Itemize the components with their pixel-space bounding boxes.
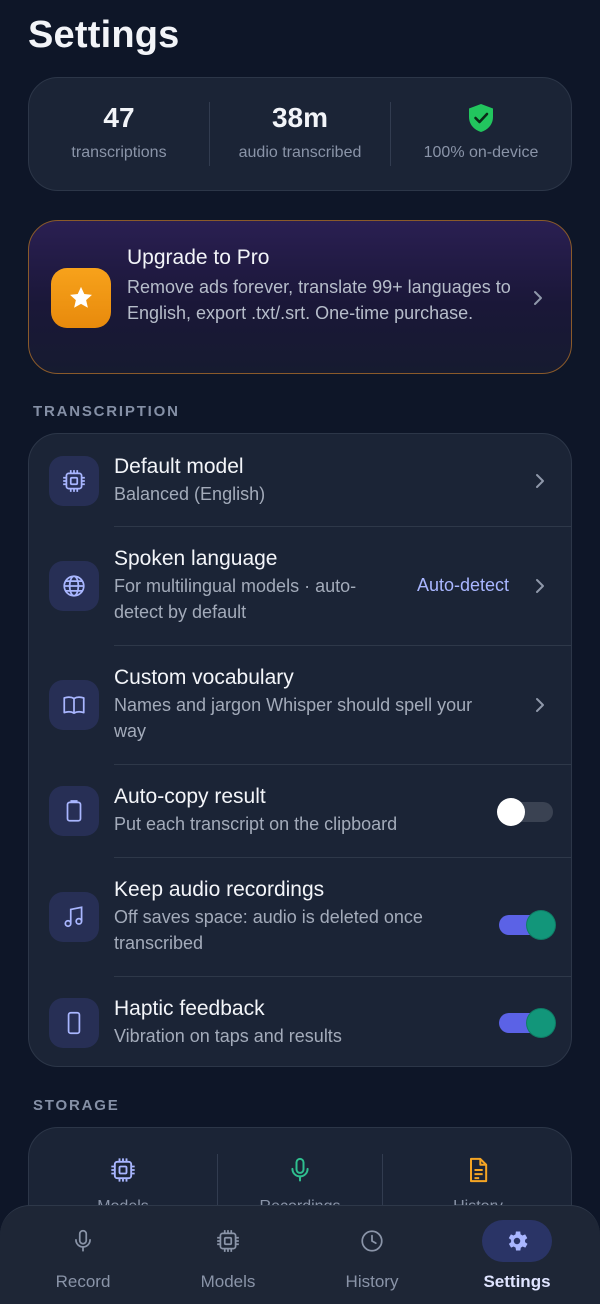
book-icon <box>49 680 99 730</box>
nav-label: History <box>345 1272 399 1291</box>
row-subtitle: Vibration on taps and results <box>114 1026 342 1046</box>
row-title: Haptic feedback <box>114 997 265 1020</box>
nav-icon-wrap <box>337 1220 407 1262</box>
toggle-knob <box>527 1009 555 1037</box>
setting-row-spoken-language[interactable]: Spoken language For multilingual models … <box>29 527 571 645</box>
clipboard-icon <box>49 786 99 836</box>
stat-label: transcriptions <box>71 144 167 161</box>
stat-icon-wrap <box>465 102 497 134</box>
stat-audio: 38m audio transcribed <box>210 102 390 166</box>
chevron-right-icon <box>536 698 544 712</box>
auto-copy-toggle[interactable] <box>497 798 553 826</box>
star-icon <box>51 268 111 328</box>
chevron-right-icon <box>536 579 544 593</box>
bottom-nav: Record Models History Settings <box>0 1205 600 1304</box>
section-label-transcription: TRANSCRIPTION <box>33 403 180 420</box>
chevron-right-icon <box>534 291 542 305</box>
setting-row-auto-copy: Auto-copy result Put each transcript on … <box>29 765 571 857</box>
toggle-knob <box>527 911 555 939</box>
nav-tab-record[interactable]: Record <box>23 1220 143 1298</box>
gear-icon <box>508 1231 528 1251</box>
shield-check-icon <box>469 104 493 132</box>
nav-icon-wrap <box>48 1220 118 1262</box>
nav-label: Models <box>200 1272 256 1291</box>
stat-label: 100% on-device <box>423 144 539 161</box>
row-subtitle: Balanced (English) <box>114 484 266 504</box>
document-icon <box>470 1157 488 1183</box>
haptic-toggle[interactable] <box>499 1009 555 1037</box>
row-subtitle: For multilingual models · auto-detect by… <box>114 576 357 622</box>
section-label-storage: STORAGE <box>33 1097 120 1114</box>
row-subtitle: Names and jargon Whisper should spell yo… <box>114 695 473 741</box>
row-title: Default model <box>114 455 244 478</box>
chevron-right-icon <box>536 474 544 488</box>
nav-label: Record <box>55 1272 111 1291</box>
nav-tab-models[interactable]: Models <box>168 1220 288 1298</box>
row-subtitle: Off saves space: audio is deleted once t… <box>114 907 423 953</box>
row-title: Spoken language <box>114 547 278 570</box>
nav-icon-wrap <box>193 1220 263 1262</box>
setting-row-default-model[interactable]: Default model Balanced (English) <box>29 434 571 526</box>
globe-icon <box>49 561 99 611</box>
stat-label: audio transcribed <box>238 144 362 161</box>
setting-row-keep-audio: Keep audio recordings Off saves space: a… <box>29 858 571 976</box>
row-subtitle: Put each transcript on the clipboard <box>114 814 398 834</box>
phone-icon <box>49 998 99 1048</box>
language-value: Auto-detect <box>416 575 509 595</box>
toggle-knob <box>497 798 525 826</box>
stat-value: 38m <box>271 102 329 133</box>
keep-audio-toggle[interactable] <box>499 911 555 939</box>
row-title: Keep audio recordings <box>114 878 325 901</box>
pro-title: Upgrade to Pro <box>127 246 270 269</box>
nav-tab-history[interactable]: History <box>312 1220 432 1298</box>
mic-icon <box>75 1229 91 1252</box>
nav-tab-settings[interactable]: Settings <box>457 1220 577 1298</box>
nav-label: Settings <box>483 1272 551 1291</box>
music-note-icon <box>49 892 99 942</box>
setting-row-custom-vocabulary[interactable]: Custom vocabulary Names and jargon Whisp… <box>29 646 571 764</box>
clock-icon <box>361 1230 383 1252</box>
pro-description: Remove ads forever, translate 99+ langua… <box>127 277 511 323</box>
upgrade-pro-card[interactable]: Upgrade to Pro Remove ads forever, trans… <box>28 220 572 374</box>
row-title: Auto-copy result <box>114 785 266 808</box>
stats-card: 47 transcriptions 38m audio transcribed … <box>28 77 572 191</box>
mic-icon <box>291 1157 309 1182</box>
chip-icon <box>217 1230 239 1252</box>
nav-icon-wrap <box>482 1220 552 1262</box>
chip-icon <box>111 1158 135 1182</box>
stat-on-device: 100% on-device <box>391 102 571 166</box>
row-title: Custom vocabulary <box>114 666 294 689</box>
setting-row-haptic: Haptic feedback Vibration on taps and re… <box>29 977 571 1066</box>
transcription-settings-card: Default model Balanced (English) Spoken … <box>28 433 572 1067</box>
chip-icon <box>49 456 99 506</box>
stat-value: 47 <box>103 102 135 133</box>
page-title: Settings <box>28 14 180 56</box>
stat-transcriptions: 47 transcriptions <box>29 102 209 166</box>
